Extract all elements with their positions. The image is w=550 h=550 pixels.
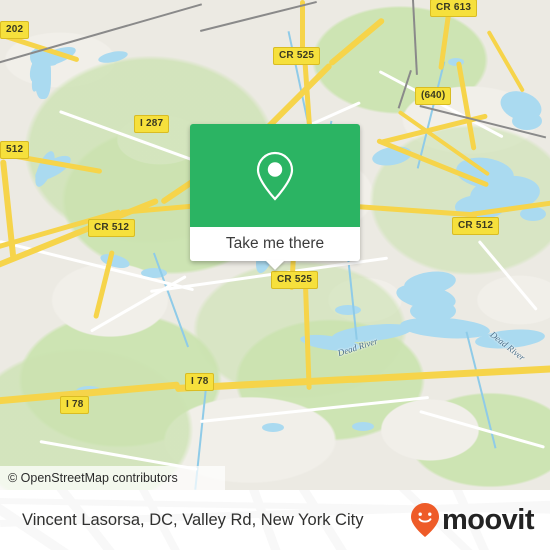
take-me-there-label[interactable]: Take me there <box>226 235 324 253</box>
road-shield: CR 613 <box>430 0 478 17</box>
popup-icon-area <box>190 124 360 227</box>
popup-action-area[interactable]: Take me there <box>190 227 360 261</box>
map-pin-icon <box>256 151 294 201</box>
water-body <box>262 423 284 432</box>
water-body <box>352 422 374 431</box>
destination-popup-card[interactable]: Take me there <box>190 124 360 270</box>
road-shield: (640) <box>415 87 452 105</box>
road-shield: 512 <box>0 141 30 159</box>
water-body <box>335 305 361 315</box>
footer-bar: Vincent Lasorsa, DC, Valley Rd, New York… <box>0 490 550 550</box>
map-attribution: © OpenStreetMap contributors <box>0 466 225 490</box>
road-shield: CR 525 <box>273 47 321 65</box>
road-shield: CR 525 <box>271 271 319 289</box>
map-screenshot-page: 202 CR 525 CR 613 (640) I 287 512 CR 512 CR 512… <box>0 0 550 550</box>
popup-pointer-tail <box>265 260 285 270</box>
road-shield: CR 512 <box>88 219 136 237</box>
water-body <box>512 112 542 130</box>
road-shield: CR 512 <box>452 217 500 235</box>
attribution-text: © OpenStreetMap contributors <box>8 471 178 485</box>
map-canvas[interactable]: 202 CR 525 CR 613 (640) I 287 512 CR 512 CR 512… <box>0 0 550 490</box>
place-title: Vincent Lasorsa, DC, Valley Rd, New York… <box>22 510 364 529</box>
road-shield: I 78 <box>60 396 90 414</box>
road-shield: 202 <box>0 21 30 39</box>
road-shield: I 78 <box>185 373 215 391</box>
moovit-logo[interactable]: moovit <box>410 502 535 538</box>
moovit-pin-smiley-icon <box>410 503 439 537</box>
moovit-wordmark: moovit <box>441 503 535 536</box>
road-shield: I 287 <box>134 115 170 133</box>
